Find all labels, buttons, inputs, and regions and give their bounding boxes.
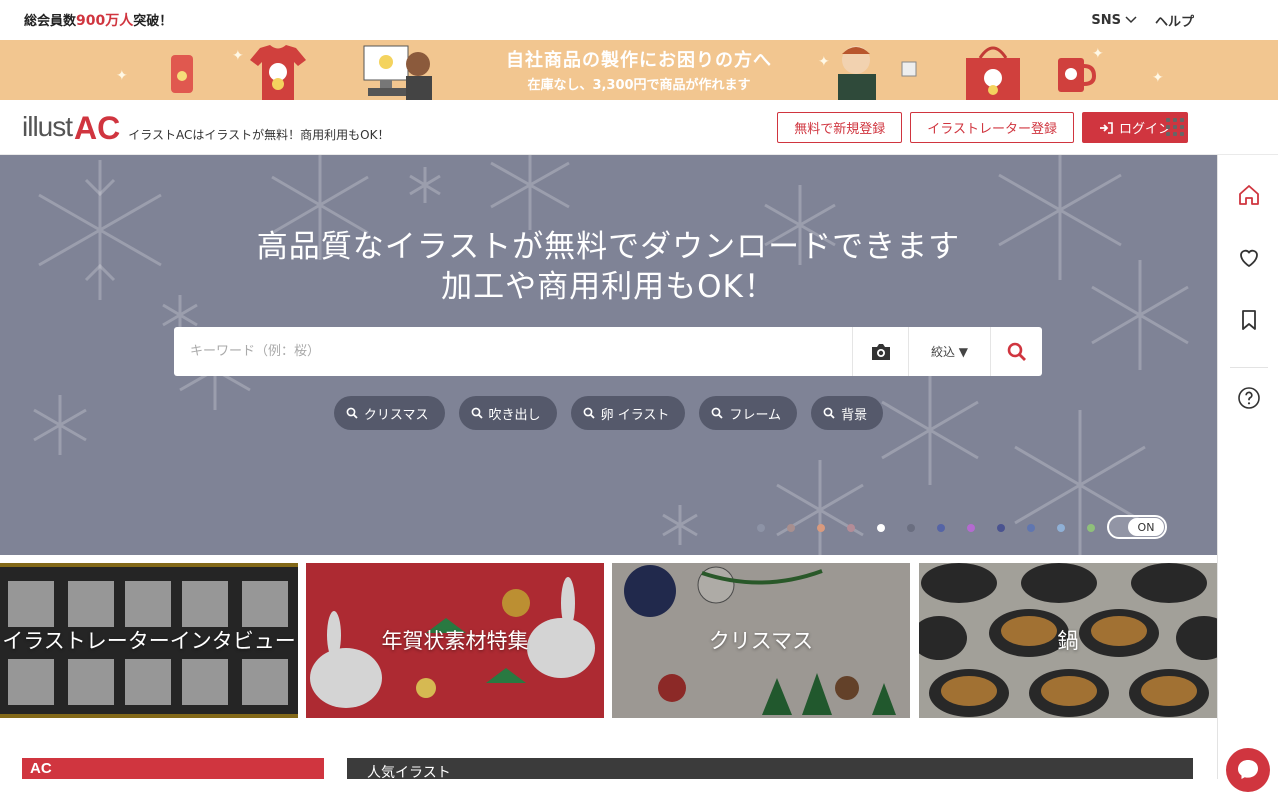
heart-icon[interactable] — [1237, 246, 1261, 270]
keyword-chip[interactable]: 吹き出し — [458, 396, 557, 430]
home-icon[interactable] — [1237, 183, 1261, 207]
keyword-chip[interactable]: 卵 イラスト — [570, 396, 686, 430]
hero-section: 高品質なイラストが無料でダウンロードできます 加工や商用利用もOK！ 絞込 ▼ … — [0, 155, 1217, 555]
search-icon — [471, 407, 483, 419]
illustrator-register-label: イラストレーター登録 — [927, 122, 1057, 137]
image-search-button[interactable] — [852, 327, 908, 376]
site-logo[interactable]: illust AC — [22, 110, 121, 146]
register-label: 無料で新規登録 — [794, 122, 886, 137]
camera-icon — [871, 343, 890, 360]
site-header: illust AC イラストACはイラストが無料！商用利用もOK！ 無料で新規登録… — [0, 100, 1278, 155]
chevron-down-icon — [1125, 16, 1137, 24]
hero-headline: 高品質なイラストが無料でダウンロードできます 加工や商用利用もOK！ — [0, 227, 1217, 307]
carousel-dot[interactable] — [787, 524, 795, 532]
login-label: ログイン — [1118, 122, 1171, 137]
logo-text-illust: illust — [22, 111, 73, 142]
tile-christmas[interactable]: クリスマス — [612, 563, 910, 718]
register-button[interactable]: 無料で新規登録 — [777, 112, 903, 143]
keyword-chip[interactable]: 背景 — [811, 396, 884, 430]
messenger-icon — [1238, 760, 1258, 779]
search-submit-button[interactable] — [990, 327, 1042, 376]
members-count: 900万人 — [76, 13, 134, 29]
background-toggle[interactable]: ON — [1107, 515, 1167, 539]
hero-headline-line2: 加工や商用利用もOK！ — [441, 269, 776, 305]
sns-menu[interactable]: SNS — [1091, 11, 1137, 30]
carousel-dot[interactable] — [967, 524, 975, 532]
keyword-chip-label: フレーム — [729, 407, 782, 423]
sidebar-divider — [1230, 367, 1268, 368]
carousel-dot[interactable] — [937, 524, 945, 532]
sns-label: SNS — [1091, 12, 1121, 28]
toggle-label: ON — [1128, 518, 1164, 536]
tile-label: 鍋 — [1057, 629, 1079, 653]
tile-new-year-cards[interactable]: 年賀状素材特集 — [306, 563, 604, 718]
carousel-dot[interactable] — [907, 524, 915, 532]
tile-label: イラストレーターインタビュー — [2, 629, 296, 653]
search-icon — [1007, 342, 1026, 361]
carousel-dot[interactable] — [757, 524, 765, 532]
logo-text-ac: AC — [74, 110, 121, 146]
tile-illustrator-interview[interactable]: イラストレーターインタビュー — [0, 563, 298, 718]
character-illustration — [838, 46, 917, 100]
search-input[interactable] — [174, 327, 852, 376]
section-header: 人気イラスト — [347, 758, 1193, 781]
keyword-chip[interactable]: クリスマス — [333, 396, 445, 430]
apps-grid-icon[interactable] — [1166, 118, 1184, 136]
carousel-dot[interactable] — [817, 524, 825, 532]
search-icon — [823, 407, 835, 419]
keyword-chip-label: クリスマス — [363, 407, 429, 423]
top-bar: 総会員数900万人突破！ SNS ヘルプ — [0, 0, 1278, 40]
carousel-dot[interactable] — [847, 524, 855, 532]
mug-illustration — [1058, 58, 1096, 92]
tile-hot-pot[interactable]: 鍋 — [919, 563, 1217, 718]
keyword-chip-label: 背景 — [841, 407, 868, 423]
members-prefix: 総会員数 — [24, 14, 77, 29]
search-icon — [346, 407, 358, 419]
member-count-banner: 総会員数900万人突破！ — [24, 10, 172, 30]
members-suffix: 突破！ — [133, 14, 173, 29]
filter-label: 絞込 ▼ — [930, 345, 969, 359]
carousel-dot[interactable] — [1027, 524, 1035, 532]
suggested-keywords: クリスマス 吹き出し 卵 イラスト フレーム 背景 — [0, 396, 1217, 430]
bookmark-icon[interactable] — [1237, 308, 1261, 332]
keyword-chip-label: 卵 イラスト — [600, 407, 670, 423]
promo-banner[interactable]: ✦ ✦ ✦ ✦ ✦ 自社商品の製作にお困りの方へ 在庫なし、3,300円で商品が… — [0, 40, 1278, 100]
hero-headline-line1: 高品質なイラストが無料でダウンロードできます — [256, 229, 961, 265]
search-icon — [583, 407, 595, 419]
login-icon — [1099, 121, 1113, 134]
keyword-chip-label: 吹き出し — [488, 407, 541, 423]
help-link[interactable]: ヘルプ — [1155, 11, 1194, 30]
search-bar: 絞込 ▼ — [174, 327, 1042, 376]
carousel-dot[interactable] — [1087, 524, 1095, 532]
carousel-dot[interactable] — [1057, 524, 1065, 532]
tote-bag-illustration — [966, 46, 1020, 100]
right-sidebar — [1217, 155, 1278, 779]
carousel-dot[interactable] — [877, 524, 885, 532]
promo-card[interactable]: AC — [22, 758, 324, 779]
promo-card-logo: AC — [30, 760, 52, 777]
help-icon[interactable] — [1237, 386, 1261, 410]
tile-label: クリスマス — [708, 629, 814, 653]
search-icon — [712, 407, 724, 419]
illustrator-register-button[interactable]: イラストレーター登録 — [910, 112, 1074, 143]
chat-button[interactable] — [1226, 748, 1270, 792]
carousel-dot[interactable] — [997, 524, 1005, 532]
feature-tiles: イラストレーターインタビュー 年賀状素材特集 クリスマス 鍋 — [0, 563, 1217, 718]
site-tagline: イラストACはイラストが無料！商用利用もOK！ — [128, 127, 390, 142]
keyword-chip[interactable]: フレーム — [699, 396, 798, 430]
tile-label: 年賀状素材特集 — [381, 629, 529, 653]
carousel-dots — [757, 524, 1095, 532]
filter-dropdown[interactable]: 絞込 ▼ — [908, 327, 990, 376]
